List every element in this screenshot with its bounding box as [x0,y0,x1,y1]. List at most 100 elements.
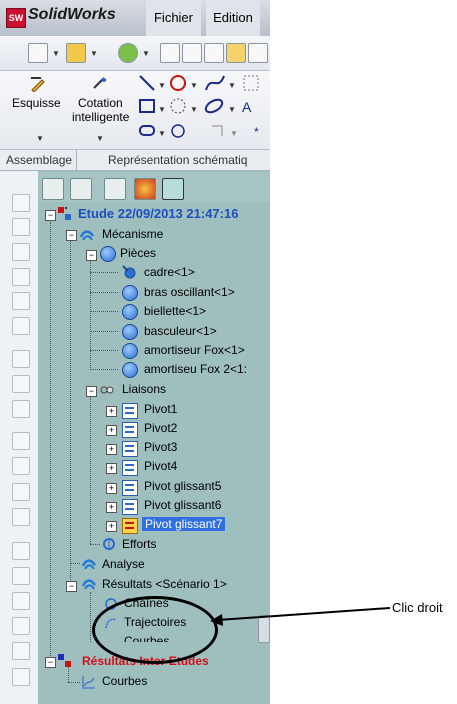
tool-icon[interactable] [12,292,30,310]
expand-toggle[interactable]: + [106,425,117,436]
annotation-ellipse [92,596,218,664]
app-name: SolidWorks [28,6,116,23]
link-item[interactable]: Pivot1 [144,400,177,418]
tool-icon[interactable] [12,668,30,686]
link-item[interactable]: Pivot3 [144,438,177,456]
pivot-icon [122,422,138,438]
meca3d-tab-icon[interactable] [162,178,184,200]
chevron-down-icon[interactable]: ▼ [36,134,44,143]
collapse-toggle[interactable]: − [66,581,77,592]
collapse-toggle[interactable]: − [86,250,97,261]
expand-toggle[interactable]: + [106,444,117,455]
annotation-arrow [210,607,391,626]
tree-resultats[interactable]: Résultats <Scénario 1> [102,575,227,593]
tool-icon[interactable] [12,350,30,368]
menu-edition[interactable]: Edition [206,0,260,36]
tree-analyse[interactable]: Analyse [102,555,145,573]
collapse-toggle[interactable]: − [86,386,97,397]
tab-assemblage[interactable]: Assemblage [2,150,78,170]
collapse-toggle[interactable]: − [45,210,56,221]
courbes-icon [82,675,96,689]
tool-icon[interactable] [12,218,30,236]
link-item[interactable]: Pivot2 [144,419,177,437]
open-document-icon[interactable] [66,43,86,63]
tool-icon[interactable] [12,542,30,560]
menu-fichier[interactable]: Fichier [146,0,201,36]
svg-text:A: A [242,99,252,115]
cotation-button-line2[interactable]: intelligente [72,110,129,124]
svg-text:▼: ▼ [158,129,166,138]
esquisse-icon[interactable] [30,76,46,93]
tree-mecanisme[interactable]: Mécanisme [102,225,163,243]
grid-icon[interactable] [248,43,268,63]
tool-icon[interactable] [12,617,30,635]
property-manager-tab-icon[interactable] [70,178,92,200]
tool-icon[interactable] [12,592,30,610]
svg-text:▼: ▼ [190,105,198,114]
tool-icon[interactable] [12,457,30,475]
chevron-down-icon[interactable]: ▼ [96,134,104,143]
pivot-glissant-icon [122,480,138,496]
link-item-selected[interactable]: Pivot glissant7 [142,515,226,533]
selected-label[interactable]: Pivot glissant7 [142,517,226,531]
cotation-button[interactable]: Cotation [78,96,123,110]
configuration-tab-icon[interactable] [104,178,126,200]
print-icon[interactable] [160,43,180,63]
part-item[interactable]: basculeur<1> [144,322,217,340]
svg-text:▼: ▼ [228,81,236,90]
chevron-down-icon[interactable]: ▼ [52,49,60,58]
tool-icon[interactable] [12,317,30,335]
part-item[interactable]: cadre<1> [144,263,195,281]
link-item[interactable]: Pivot4 [144,457,177,475]
tool-icon[interactable] [12,508,30,526]
sketch-tools-grid: ▼ ▼ ▼ ▼ ▼ ▼ A ▼ ▼ * [136,72,266,144]
tab-representation-schematique[interactable]: Représentation schématiq [104,150,251,170]
tree-root-etude[interactable]: Etude 22/09/2013 21:47:16 [78,205,238,223]
chevron-down-icon[interactable]: ▼ [90,49,98,58]
copy-icon[interactable] [182,43,202,63]
new-document-icon[interactable] [28,43,48,63]
tool-icon[interactable] [12,400,30,418]
link-item[interactable]: Pivot glissant5 [144,477,221,495]
solidworks-logo-icon: SW [6,8,26,28]
display-manager-tab-icon[interactable] [134,178,156,200]
svg-text:▼: ▼ [230,129,238,138]
svg-text:▼: ▼ [190,81,198,90]
esquisse-button[interactable]: Esquisse [12,96,61,110]
tree-pieces[interactable]: Pièces [120,244,156,262]
tool-icon[interactable] [12,243,30,261]
cotation-icon[interactable] [92,76,108,92]
tool-icon[interactable] [12,194,30,212]
part-item[interactable]: bras oscillant<1> [144,283,235,301]
collapse-toggle[interactable]: − [45,657,56,668]
paste-icon[interactable] [204,43,224,63]
pivot-icon [122,403,138,419]
expand-toggle[interactable]: + [106,483,117,494]
part-item[interactable]: biellette<1> [144,302,206,320]
efforts-icon [102,537,116,551]
tool-icon[interactable] [12,642,30,660]
tool-icon[interactable] [12,375,30,393]
chevron-down-icon[interactable]: ▼ [142,49,150,58]
analyse-icon [81,557,97,571]
rebuild-icon[interactable] [118,43,138,63]
collapse-toggle[interactable]: − [66,230,77,241]
tool-icon[interactable] [12,268,30,286]
part-fixed-icon [122,265,136,279]
part-item[interactable]: amortiseu Fox 2<1: [144,360,247,378]
link-item[interactable]: Pivot glissant6 [144,496,221,514]
tree-liaisons[interactable]: Liaisons [122,380,166,398]
tree-efforts[interactable]: Efforts [122,535,156,553]
pivot-icon [122,460,138,476]
expand-toggle[interactable]: + [106,406,117,417]
options-icon[interactable] [226,43,246,63]
expand-toggle[interactable]: + [106,521,117,532]
feature-manager-tab-icon[interactable] [42,178,64,200]
tool-icon[interactable] [12,483,30,501]
tool-icon[interactable] [12,432,30,450]
part-item[interactable]: amortiseur Fox<1> [144,341,245,359]
tree-courbes[interactable]: Courbes [102,672,147,690]
expand-toggle[interactable]: + [106,463,117,474]
tool-icon[interactable] [12,567,30,585]
expand-toggle[interactable]: + [106,502,117,513]
